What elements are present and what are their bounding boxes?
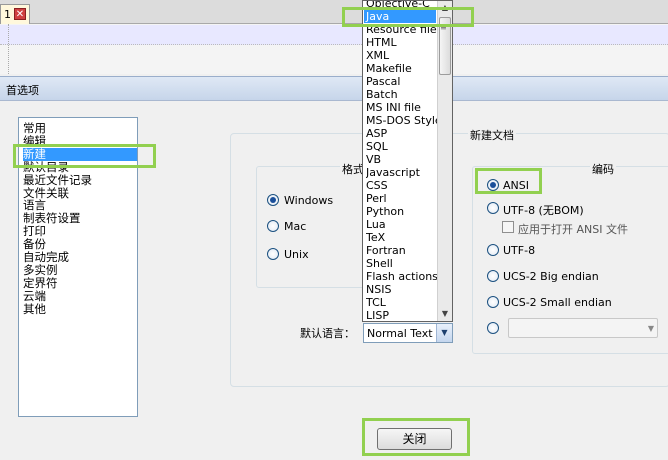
dialog-title-bar: 首选项: [0, 77, 668, 101]
language-option[interactable]: ASP: [366, 127, 438, 140]
language-option[interactable]: NSIS: [366, 283, 438, 296]
encoding-other-select[interactable]: ▼: [508, 318, 658, 338]
encoding-ucs2-big-radio[interactable]: [487, 270, 499, 282]
encoding-utf8-radio[interactable]: [487, 244, 499, 256]
editor-current-line: [0, 25, 668, 45]
format-windows-radio[interactable]: [267, 194, 279, 206]
scroll-down-icon[interactable]: ▼: [438, 307, 452, 321]
apply-to-ansi-checkbox[interactable]: [502, 221, 514, 233]
document-tab[interactable]: 1 ✕: [0, 4, 30, 24]
language-option[interactable]: Shell: [366, 257, 438, 270]
encoding-utf8-nobom-radio[interactable]: [487, 202, 499, 214]
category-item[interactable]: 最近文件记录: [23, 173, 92, 187]
language-option[interactable]: Batch: [366, 88, 438, 101]
encoding-ucs2-small-radio[interactable]: [487, 296, 499, 308]
language-option[interactable]: Javascript: [366, 166, 438, 179]
language-option[interactable]: Pascal: [366, 75, 438, 88]
language-list-scrollbar[interactable]: ▲ ≡ ▼: [437, 1, 452, 321]
editor-fold-margin: [8, 24, 18, 74]
format-mac-radio[interactable]: [267, 220, 279, 232]
default-language-label: 默认语言：: [300, 327, 355, 340]
language-dropdown-list[interactable]: LISPTCLNSISFlash actionscriptShellFortra…: [362, 0, 453, 322]
language-option[interactable]: SQL: [366, 140, 438, 153]
language-option[interactable]: CSS: [366, 179, 438, 192]
language-option[interactable]: Python: [366, 205, 438, 218]
language-option[interactable]: MS-DOS Style: [366, 114, 438, 127]
dropdown-arrow-icon[interactable]: ▼: [436, 324, 452, 342]
language-option[interactable]: Flash actionscript: [366, 270, 438, 283]
language-option[interactable]: HTML: [366, 36, 438, 49]
language-option[interactable]: MS INI file: [366, 101, 438, 114]
language-option[interactable]: Lua: [366, 218, 438, 231]
chevron-down-icon: ▼: [647, 324, 654, 333]
language-option[interactable]: VB: [366, 153, 438, 166]
tab-strip: [0, 0, 668, 24]
format-unix-radio[interactable]: [267, 248, 279, 260]
close-tab-icon[interactable]: ✕: [14, 8, 26, 20]
encoding-utf8-label: UTF-8: [503, 244, 536, 257]
category-item[interactable]: 云端: [23, 289, 46, 303]
highlight-ansi: [475, 168, 542, 194]
format-mac-label: Mac: [284, 220, 307, 233]
category-item[interactable]: 多实例: [23, 263, 58, 277]
language-option[interactable]: XML: [366, 49, 438, 62]
encoding-utf8-nobom-label: UTF-8 (无BOM): [503, 204, 584, 217]
dialog-title: 首选项: [6, 84, 39, 97]
apply-to-ansi-label: 应用于打开 ANSI 文件: [518, 223, 628, 236]
language-option[interactable]: Fortran: [366, 244, 438, 257]
language-option[interactable]: LISP: [366, 309, 438, 321]
default-language-value: Normal Text: [367, 327, 433, 340]
language-option[interactable]: Makefile: [366, 62, 438, 75]
default-language-select[interactable]: Normal Text ▼: [363, 323, 453, 343]
category-item[interactable]: 定界符: [23, 276, 58, 290]
highlight-close-button: [362, 418, 470, 456]
encoding-ucs2-big-label: UCS-2 Big endian: [503, 270, 599, 283]
encoding-other-radio[interactable]: [487, 322, 499, 334]
highlight-java: [342, 7, 474, 27]
category-item[interactable]: 其他: [23, 302, 46, 316]
language-option[interactable]: Perl: [366, 192, 438, 205]
format-windows-label: Windows: [284, 194, 334, 207]
language-option[interactable]: TCL: [366, 296, 438, 309]
encoding-group-label: 编码: [590, 161, 616, 177]
highlight-new-category: [13, 144, 156, 168]
encoding-ucs2-small-label: UCS-2 Small endian: [503, 296, 612, 309]
tab-label: 1: [4, 8, 11, 21]
new-document-group-label: 新建文档: [468, 127, 516, 143]
language-option[interactable]: TeX: [366, 231, 438, 244]
format-unix-label: Unix: [284, 248, 309, 261]
